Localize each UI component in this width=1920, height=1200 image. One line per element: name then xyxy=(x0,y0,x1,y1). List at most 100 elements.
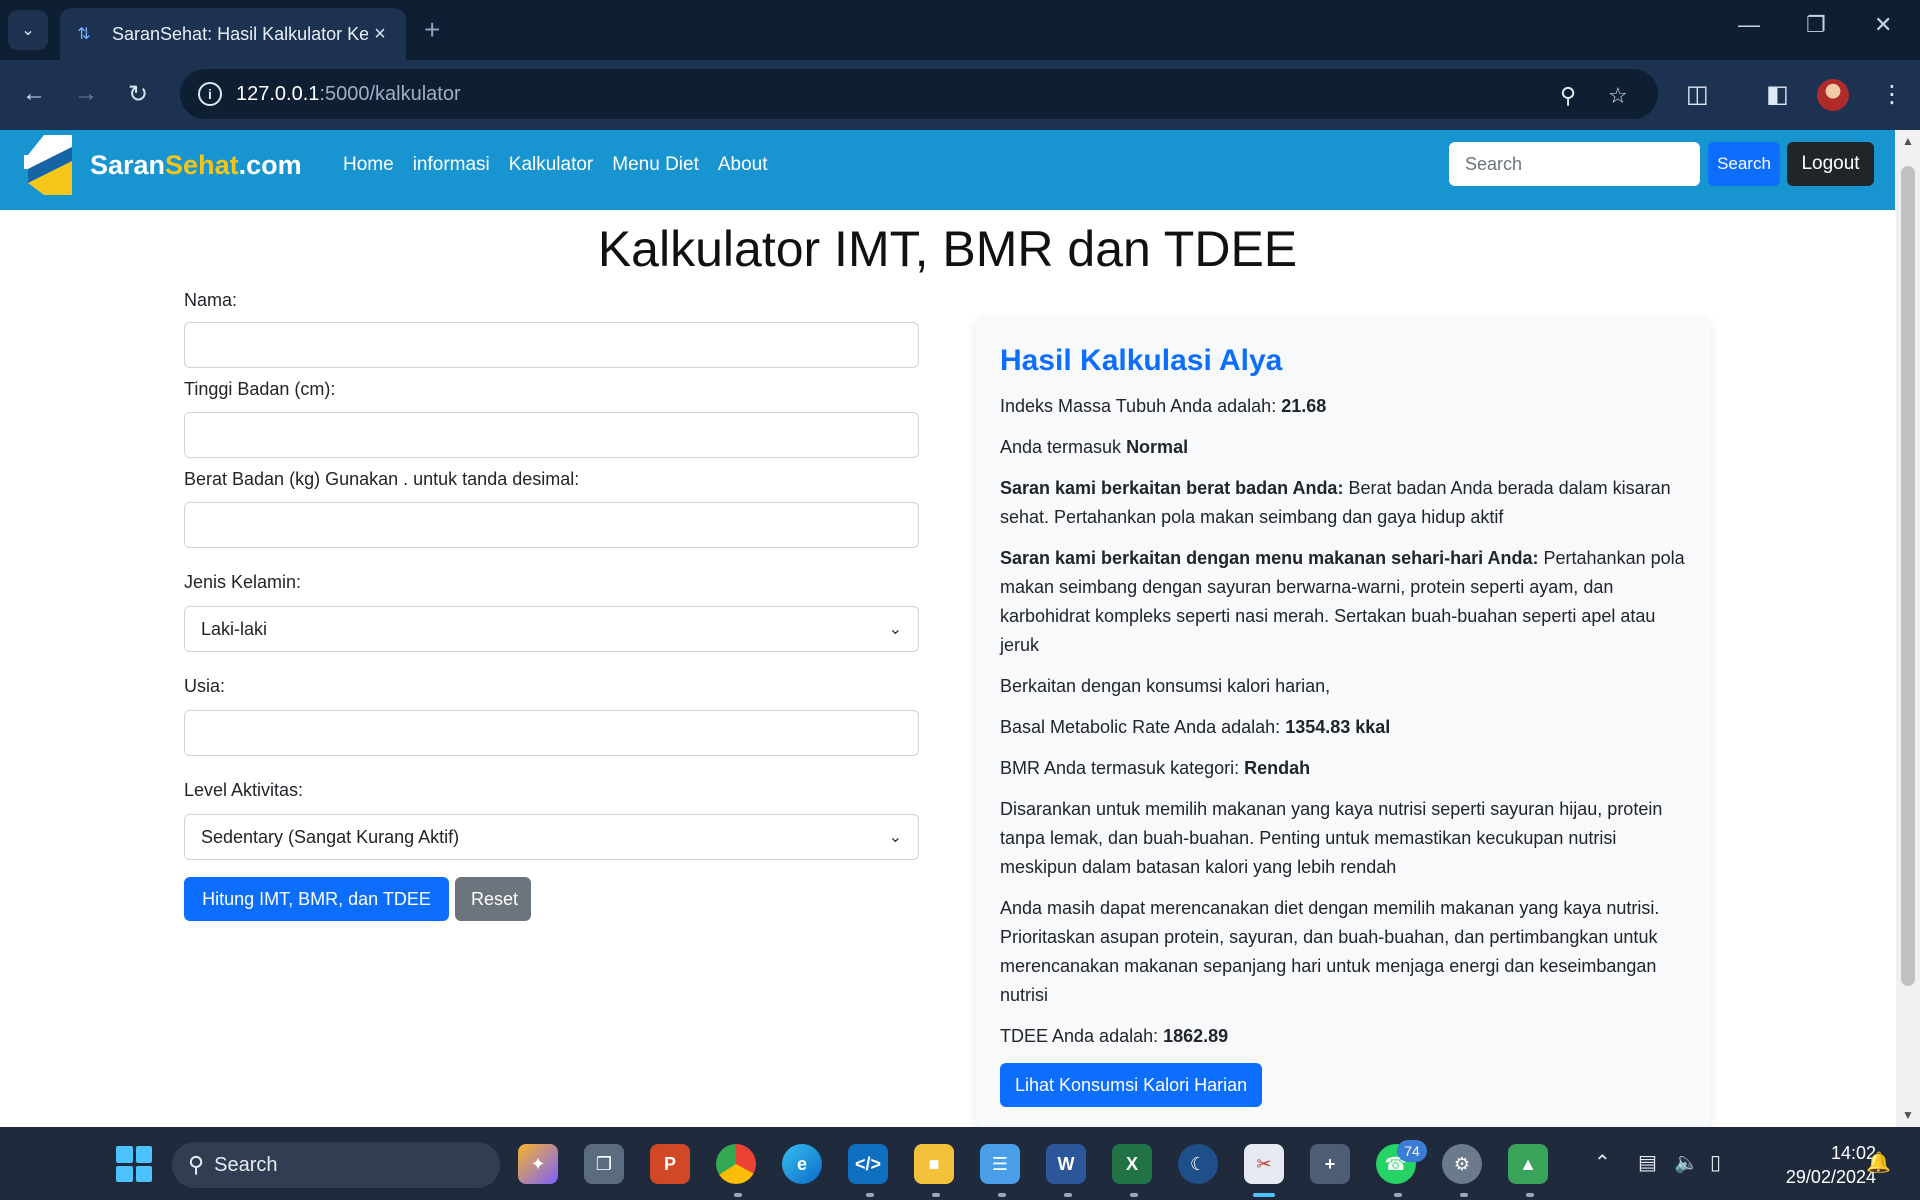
new-tab-plus-icon[interactable]: + xyxy=(424,14,440,46)
chevron-down-icon: ⌄ xyxy=(888,829,902,846)
word-icon[interactable]: W xyxy=(1046,1144,1086,1184)
site-navbar: SaranSehat.com Home informasi Kalkulator… xyxy=(0,130,1895,210)
task-view-icon[interactable]: ❐ xyxy=(584,1144,624,1184)
kategori-value: Normal xyxy=(1126,437,1189,457)
reload-icon[interactable]: ↻ xyxy=(128,80,148,109)
network-icon[interactable]: ▤ xyxy=(1638,1150,1657,1175)
site-search-button[interactable]: Search xyxy=(1708,142,1780,186)
aktivitas-value: Sedentary (Sangat Kurang Aktif) xyxy=(201,826,460,847)
saran-menu-title: Saran kami berkaitan dengan menu makanan… xyxy=(1000,548,1539,568)
windows-taskbar: ⚲ Search ✦ ❐ P e </> ■ ☰ W X ☾ ✂ + ☎ ⚙ ▲ xyxy=(0,1127,1920,1200)
scroll-down-icon[interactable]: ▼ xyxy=(1902,1108,1914,1122)
browser-menu-icon[interactable]: ⋮ xyxy=(1880,80,1904,109)
taskbar-clock[interactable]: 14:02 29/02/2024 xyxy=(1760,1141,1876,1189)
battery-icon[interactable]: ▯ xyxy=(1710,1150,1721,1175)
running-indicator xyxy=(1526,1193,1534,1197)
running-indicator xyxy=(1064,1193,1072,1197)
restore-icon[interactable]: ❐ xyxy=(1806,12,1826,38)
edge-icon[interactable]: e xyxy=(782,1144,822,1184)
running-indicator xyxy=(1460,1193,1468,1197)
volume-icon[interactable]: 🔈 xyxy=(1674,1150,1699,1175)
clock-date: 29/02/2024 xyxy=(1785,1167,1876,1187)
tray-chevron-up-icon[interactable]: ⌃ xyxy=(1594,1150,1611,1175)
file-explorer-icon[interactable]: ■ xyxy=(914,1144,954,1184)
address-bar[interactable]: i 127.0.0.1 :5000/kalkulator ⚲ ☆ xyxy=(180,69,1658,119)
tab-list-chevron-icon[interactable]: ⌄ xyxy=(8,10,48,50)
scroll-up-icon[interactable]: ▲ xyxy=(1902,134,1914,148)
brand-part-2: Sehat xyxy=(165,150,239,180)
bmr-kategori-text: BMR Anda termasuk kategori: xyxy=(1000,758,1245,778)
lihat-kalori-button[interactable]: Lihat Konsumsi Kalori Harian xyxy=(1000,1063,1263,1107)
whatsapp-unread-badge: 74 xyxy=(1397,1140,1427,1162)
running-indicator xyxy=(1394,1193,1402,1197)
running-indicator xyxy=(998,1193,1006,1197)
site-favicon-icon: ⇅ xyxy=(77,26,91,43)
nav-kalkulator[interactable]: Kalkulator xyxy=(509,154,594,176)
bmr-text: Basal Metabolic Rate Anda adalah: xyxy=(1000,717,1286,737)
running-indicator xyxy=(734,1193,742,1197)
chevron-down-icon: ⌄ xyxy=(888,621,902,638)
app-icon[interactable]: ☾ xyxy=(1178,1144,1218,1184)
copilot-icon[interactable]: ✦ xyxy=(518,1144,558,1184)
forward-arrow-icon[interactable]: → xyxy=(74,80,98,108)
taskbar-search[interactable]: ⚲ Search xyxy=(172,1142,500,1188)
clock-time: 14:02 xyxy=(1830,1143,1876,1163)
nama-label: Nama: xyxy=(184,290,238,310)
chrome-icon[interactable] xyxy=(716,1144,756,1184)
tdee-line: TDEE Anda adalah: 1862.89 xyxy=(1000,1022,1687,1051)
browser-tabbar: ⌄ ⇅ SaranSehat: Hasil Kalkulator Ke × + … xyxy=(0,0,1920,60)
saran-bmr: Disarankan untuk memilih makanan yang ka… xyxy=(1000,799,1663,877)
snipping-tool-icon[interactable]: ✂ xyxy=(1244,1144,1284,1184)
active-app-indicator xyxy=(1253,1193,1275,1197)
extensions-icon[interactable]: ◫ xyxy=(1686,80,1709,109)
tab-title: SaranSehat: Hasil Kalkulator Ke xyxy=(112,23,368,44)
profile-avatar[interactable] xyxy=(1817,79,1849,111)
window-close-icon[interactable]: ✕ xyxy=(1874,12,1892,38)
usia-input[interactable] xyxy=(184,710,919,756)
notepad-icon[interactable]: ☰ xyxy=(980,1144,1020,1184)
jenis-kelamin-select[interactable]: Laki-laki ⌄ xyxy=(184,606,919,652)
notification-bell-icon[interactable]: 🔔 xyxy=(1866,1150,1891,1175)
windows-start-icon[interactable] xyxy=(116,1146,152,1182)
scrollbar-thumb[interactable] xyxy=(1901,166,1915,986)
saran-menu: Saran kami berkaitan dengan menu makanan… xyxy=(1000,544,1687,660)
aktivitas-select[interactable]: Sedentary (Sangat Kurang Aktif) ⌄ xyxy=(184,814,919,860)
taskbar-search-label: Search xyxy=(214,1153,278,1176)
site-info-icon[interactable]: i xyxy=(198,82,222,106)
side-panel-icon[interactable]: ◧ xyxy=(1766,80,1789,109)
app-frog-icon[interactable]: ▲ xyxy=(1508,1144,1548,1184)
browser-tab-active[interactable]: ⇅ SaranSehat: Hasil Kalkulator Ke × xyxy=(60,8,406,60)
berat-label: Berat Badan (kg) Gunakan . untuk tanda d… xyxy=(184,469,580,489)
back-arrow-icon[interactable]: ← xyxy=(22,80,46,108)
brand-part-1: Saran xyxy=(90,150,166,180)
screen-magnifier-icon[interactable]: + xyxy=(1310,1144,1350,1184)
zoom-icon[interactable]: ⚲ xyxy=(1560,83,1576,109)
imt-value: 21.68 xyxy=(1281,396,1327,416)
url-host: 127.0.0.1 xyxy=(236,82,320,105)
saransehat-logo-icon[interactable] xyxy=(24,135,72,195)
usia-label: Usia: xyxy=(184,676,226,696)
reset-button[interactable]: Reset xyxy=(455,877,531,921)
vscode-icon[interactable]: </> xyxy=(848,1144,888,1184)
settings-gear-icon[interactable]: ⚙ xyxy=(1442,1144,1482,1184)
nav-about[interactable]: About xyxy=(718,154,768,176)
site-search-input[interactable] xyxy=(1449,142,1700,186)
berat-input[interactable] xyxy=(184,502,919,548)
logout-button[interactable]: Logout xyxy=(1787,142,1874,186)
hitung-button[interactable]: Hitung IMT, BMR, dan TDEE xyxy=(184,877,449,921)
tdee-text: TDEE Anda adalah: xyxy=(1000,1026,1164,1046)
nav-menu-diet[interactable]: Menu Diet xyxy=(612,154,699,176)
tinggi-input[interactable] xyxy=(184,412,919,458)
nav-informasi[interactable]: informasi xyxy=(413,154,490,176)
powerpoint-icon[interactable]: P xyxy=(650,1144,690,1184)
running-indicator xyxy=(932,1193,940,1197)
nav-home[interactable]: Home xyxy=(343,154,394,176)
brand-name[interactable]: SaranSehat.com xyxy=(90,150,302,181)
nama-input[interactable] xyxy=(184,322,919,368)
bookmark-star-icon[interactable]: ☆ xyxy=(1608,83,1628,109)
excel-icon[interactable]: X xyxy=(1112,1144,1152,1184)
page-scrollbar[interactable]: ▲ ▼ xyxy=(1896,130,1920,1127)
imt-line: Indeks Massa Tubuh Anda adalah: 21.68 xyxy=(1000,392,1687,421)
close-tab-icon[interactable]: × xyxy=(368,23,392,46)
minimize-icon[interactable]: — xyxy=(1738,12,1760,38)
